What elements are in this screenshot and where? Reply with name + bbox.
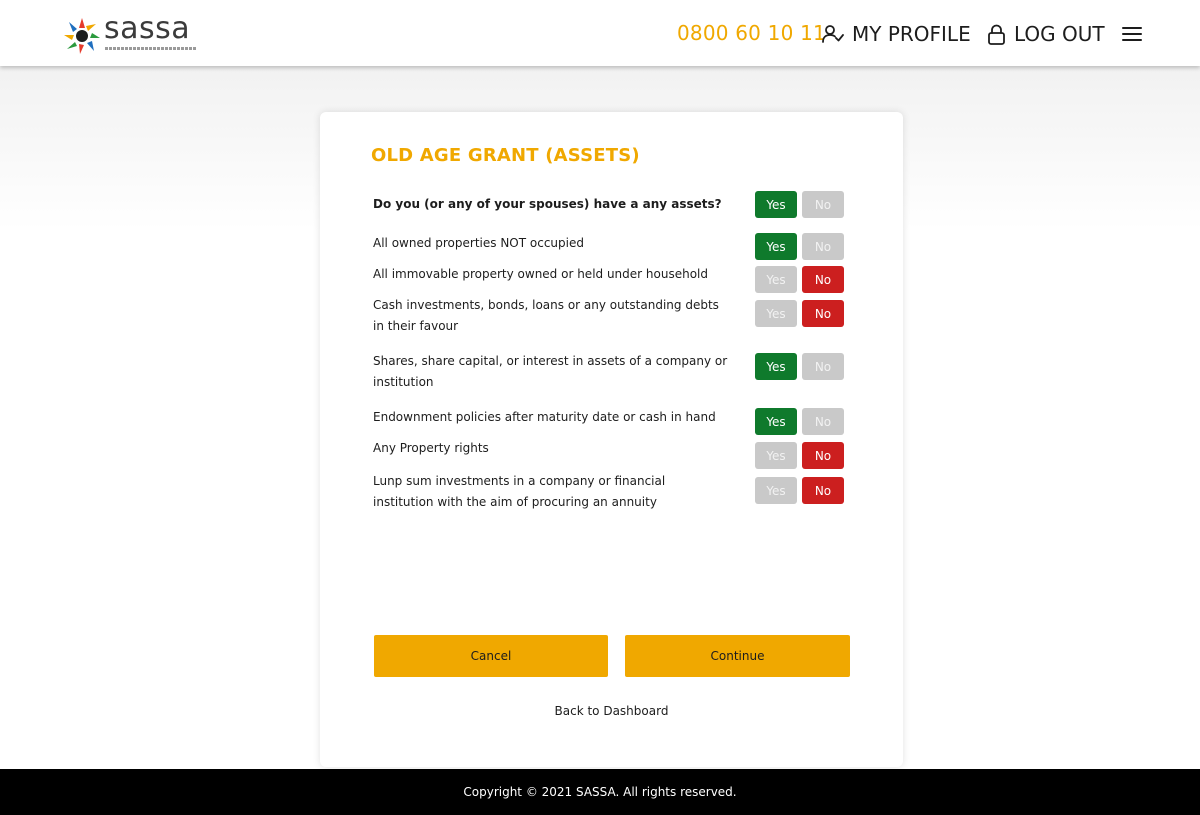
site-header: sassa 0800 60 10 11 MY PROFILE LOG OUT [0,0,1200,66]
yes-button[interactable]: Yes [755,300,797,327]
toggle-owned-properties: Yes No [755,233,844,260]
no-button[interactable]: No [802,233,844,260]
continue-button[interactable]: Continue [625,635,850,677]
sassa-logo[interactable]: sassa [62,11,202,56]
toggle-any-assets: Yes No [755,191,844,218]
question-owned-properties: All owned properties NOT occupied [373,236,584,250]
logout-label: LOG OUT [1014,22,1105,46]
yes-button[interactable]: Yes [755,233,797,260]
no-button[interactable]: No [802,300,844,327]
question-cash-investments: Cash investments, bonds, loans or any ou… [373,298,719,333]
question-lump-sum-investments: Lunp sum investments in a company or fin… [373,474,666,509]
hamburger-menu-icon[interactable] [1121,25,1143,43]
my-profile-label: MY PROFILE [852,22,971,46]
yes-button[interactable]: Yes [755,442,797,469]
sassa-logo-mark [64,18,100,54]
toggle-lump-sum-investments: Yes No [755,477,844,504]
lock-icon [988,24,1005,45]
logout-link[interactable]: LOG OUT [987,21,1105,47]
copyright-text: Copyright © 2021 SASSA. All rights reser… [463,785,737,799]
assets-form-card: OLD AGE GRANT (ASSETS) Do you (or any of… [320,112,903,767]
question-property-rights: Any Property rights [373,441,489,455]
no-button[interactable]: No [802,353,844,380]
toggle-cash-investments: Yes No [755,300,844,327]
toggle-endowment-policies: Yes No [755,408,844,435]
question-endowment-policies: Endownment policies after maturity date … [373,410,716,424]
yes-button[interactable]: Yes [755,408,797,435]
no-button[interactable]: No [802,266,844,293]
no-button[interactable]: No [802,191,844,218]
toggle-property-rights: Yes No [755,442,844,469]
no-button[interactable]: No [802,477,844,504]
no-button[interactable]: No [802,408,844,435]
toggle-shares: Yes No [755,353,844,380]
question-immovable-property: All immovable property owned or held und… [373,267,708,281]
logo-tagline [105,47,197,50]
user-check-icon [822,25,844,43]
yes-button[interactable]: Yes [755,191,797,218]
helpline-phone[interactable]: 0800 60 10 11 [677,21,826,45]
toggle-immovable-property: Yes No [755,266,844,293]
yes-button[interactable]: Yes [755,477,797,504]
cancel-button[interactable]: Cancel [374,635,608,677]
yes-button[interactable]: Yes [755,353,797,380]
yes-button[interactable]: Yes [755,266,797,293]
site-footer: Copyright © 2021 SASSA. All rights reser… [0,769,1200,815]
no-button[interactable]: No [802,442,844,469]
page-title: OLD AGE GRANT (ASSETS) [371,145,640,166]
logo-wordmark: sassa [104,11,191,46]
question-any-assets: Do you (or any of your spouses) have a a… [373,197,722,211]
question-shares: Shares, share capital, or interest in as… [373,354,728,389]
back-to-dashboard-link[interactable]: Back to Dashboard [320,704,903,718]
my-profile-link[interactable]: MY PROFILE [822,21,971,47]
